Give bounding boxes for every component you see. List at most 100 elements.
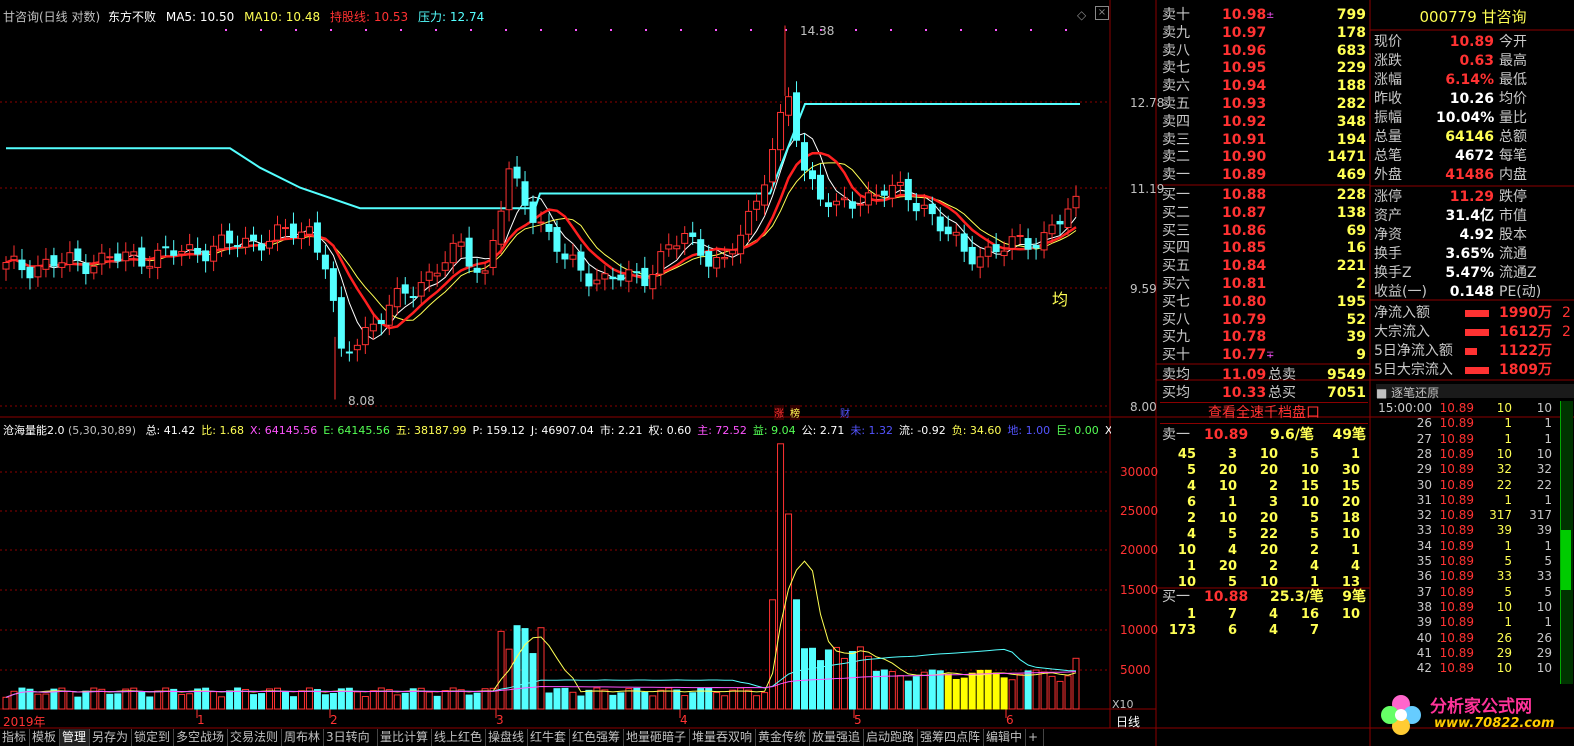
candle-body <box>409 296 417 299</box>
tick-time: 41 <box>1416 645 1432 660</box>
fund-flow-row: 大宗流入 1612万 2 <box>1372 323 1574 342</box>
orderbook-level[interactable]: 买三 10.86 69 <box>1160 222 1368 241</box>
quote-label: 最高 <box>1499 53 1527 69</box>
orderbook-level[interactable]: 卖一 10.89 469 <box>1160 166 1368 185</box>
queue-cell: 10 <box>1218 479 1237 494</box>
orderbook-level[interactable]: 买十 10.77 ∓ 9 <box>1160 346 1368 365</box>
indicator-tab[interactable]: 地量砸暗子 <box>624 729 690 746</box>
orderbook-level[interactable]: 买一 10.88 228 <box>1160 186 1368 205</box>
orderbook-level[interactable]: 买二 10.87 138 <box>1160 204 1368 223</box>
tick-count: 1 <box>1544 538 1552 553</box>
ticks-title[interactable]: 逐笔还原 <box>1391 386 1439 400</box>
volume-bar <box>848 650 856 710</box>
indicator-tab[interactable]: 模板 <box>30 729 60 746</box>
indicator-tab[interactable]: 红色强筹 <box>570 729 624 746</box>
tick-volume: 1 <box>1504 615 1512 630</box>
indicator-tab[interactable]: 指标 <box>0 729 30 746</box>
orderbook-level[interactable]: 买四 10.85 16 <box>1160 239 1368 258</box>
volume-bar <box>250 694 258 710</box>
orderbook-level[interactable]: 买八 10.79 52 <box>1160 311 1368 330</box>
indicator-tab[interactable]: 量比计算 <box>378 729 432 746</box>
close-icon[interactable]: × <box>1095 6 1109 20</box>
queue-cell: 10 <box>1341 607 1360 622</box>
quote-row: 收益(一) 0.148 PE(动) 1 <box>1372 283 1574 302</box>
indicator-tab[interactable]: 操盘线 <box>486 729 528 746</box>
orderbook-level[interactable]: 卖三 10.91 194 <box>1160 131 1368 150</box>
candle-body <box>1032 244 1040 249</box>
indicator-tab[interactable]: 线上红色 <box>432 729 486 746</box>
queue-cell: 6 <box>1227 623 1237 638</box>
volume-bar <box>713 692 721 710</box>
indicator-tab[interactable]: 管理 <box>60 729 90 746</box>
indicator-tab[interactable]: 黄金传统 <box>756 729 810 746</box>
indicator-tab[interactable]: 交易法则 <box>228 729 282 746</box>
indicator-tab[interactable]: 周布林 <box>282 729 324 746</box>
indicator-tab[interactable]: 多空战场 <box>174 729 228 746</box>
volume-bar <box>609 694 617 710</box>
indicator-tab[interactable]: 另存为 <box>90 729 132 746</box>
orderbook-level[interactable]: 卖二 10.90 1471 <box>1160 148 1368 167</box>
tick-count: 26 <box>1536 630 1552 645</box>
signal-dot <box>540 29 542 31</box>
queue-count: 9笔 <box>1342 589 1366 605</box>
orderbook-level[interactable]: 卖八 10.96 683 <box>1160 42 1368 61</box>
indicator-name[interactable]: 东方不败 <box>108 10 156 24</box>
fund-bar <box>1465 329 1489 336</box>
orderbook-level[interactable]: 卖十 10.98 ±799 <box>1160 6 1368 25</box>
indicator-tab[interactable]: 3日转向 <box>324 729 378 746</box>
fund-label: 大宗流入 <box>1374 324 1430 340</box>
rank-badge[interactable]: 榜 <box>790 405 800 420</box>
candle-body <box>74 248 82 261</box>
orderbook-level[interactable]: 卖六 10.94 188 <box>1160 77 1368 96</box>
tick-price: 10.89 <box>1439 508 1474 523</box>
orderbook-level[interactable]: 卖四 10.92 348 <box>1160 113 1368 132</box>
limit-up-badge[interactable]: 涨 <box>774 405 784 420</box>
indicator-tab[interactable]: 放量强追 <box>810 729 864 746</box>
quote-row: 外盘 41486 内盘 22 <box>1372 166 1574 185</box>
fund-bar <box>1465 348 1477 355</box>
queue-count: 49笔 <box>1332 427 1366 443</box>
candle-body <box>793 92 801 141</box>
fast-orderbook-button[interactable]: 查看全速千档盘口 <box>1160 402 1368 424</box>
candle-body <box>170 250 178 256</box>
period-selector[interactable]: 日线 <box>1116 713 1140 730</box>
ma5-readout: MA5: 10.50 <box>165 10 235 24</box>
indicator-value: 总: 41.42 <box>145 424 196 437</box>
orderbook-level[interactable]: 买六 10.81 2 <box>1160 275 1368 294</box>
tick-row: 26 10.89 1 1 <box>1372 416 1574 431</box>
queue-cell: 4 <box>1186 479 1196 494</box>
orderbook-level[interactable]: 买五 10.84 221 <box>1160 257 1368 276</box>
orderbook-level[interactable]: 卖九 10.97 178 <box>1160 24 1368 43</box>
indicator-tab[interactable]: 堆量吞双响 <box>690 729 756 746</box>
tick-price: 10.89 <box>1439 599 1474 614</box>
indicator-tab[interactable]: 启动跑路 <box>864 729 918 746</box>
volume-bar <box>625 688 633 710</box>
candle-body <box>369 323 377 332</box>
volume-bar <box>936 670 944 710</box>
indicator-tab[interactable]: + <box>1026 729 1044 746</box>
indicator-tab[interactable]: 红牛套 <box>528 729 570 746</box>
tick-scroll-thumb[interactable] <box>1561 530 1571 590</box>
tick-count: 10 <box>1536 661 1552 676</box>
diamond-icon[interactable]: ◇ <box>1077 8 1086 22</box>
indicator-tab[interactable]: 强筹四点阵 <box>918 729 984 746</box>
total-value: 7051 <box>1327 385 1366 401</box>
candle-body <box>10 255 18 261</box>
volume-bar <box>968 672 976 710</box>
orderbook-level[interactable]: 买七 10.80 195 <box>1160 293 1368 312</box>
queue-cell: 4 <box>1227 543 1237 558</box>
level-volume: 195 <box>1336 293 1366 310</box>
candle-body <box>218 234 226 250</box>
indicator-tab[interactable]: 编辑中 <box>984 729 1026 746</box>
quote-value: 11.29 <box>1449 189 1494 205</box>
orderbook-level[interactable]: 买九 10.78 39 <box>1160 328 1368 347</box>
finance-badge[interactable]: 财 <box>840 405 850 420</box>
quote-label: 涨停 <box>1374 189 1402 205</box>
indicator-tab[interactable]: 锁定到 <box>132 729 174 746</box>
signal-dot <box>295 29 297 31</box>
orderbook-level[interactable]: 卖七 10.95 229 <box>1160 59 1368 78</box>
orderbook-level[interactable]: 卖五 10.93 282 <box>1160 95 1368 114</box>
volume-indicator-name[interactable]: 沧海量能2.0 <box>3 424 65 437</box>
tick-count: 29 <box>1536 645 1552 660</box>
queue-cell: 173 <box>1168 623 1196 638</box>
